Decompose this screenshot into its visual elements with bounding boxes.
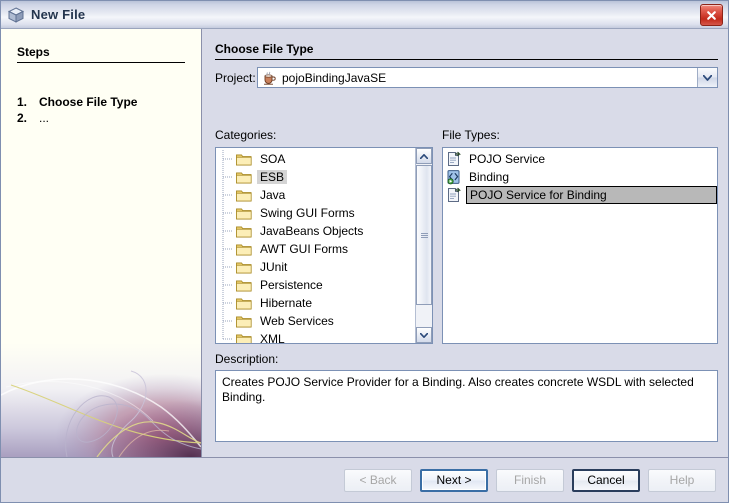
file-types-label: File Types: [442, 128, 500, 142]
page-title-divider [215, 59, 718, 60]
close-icon[interactable] [700, 4, 723, 26]
new-file-dialog: New File Steps 1. Choose File Type 2.... [0, 0, 729, 503]
project-combobox[interactable]: pojoBindingJavaSE [257, 67, 718, 88]
list-item-label: Binding [469, 169, 510, 184]
selection-highlight: POJO Service for Binding [466, 186, 717, 204]
folder-icon [236, 260, 252, 274]
tree-guide-icon [219, 222, 236, 240]
cube-icon [7, 6, 25, 24]
binding-xml-icon [446, 169, 462, 185]
steps-pane: Steps 1. Choose File Type 2.... [1, 29, 202, 457]
tree-item-label: ESB [257, 170, 288, 184]
folder-icon [236, 296, 252, 310]
next-button[interactable]: Next > [420, 468, 488, 492]
scrollbar-thumb[interactable] [416, 165, 432, 305]
tree-item-label: JavaBeans Objects [260, 224, 364, 238]
tree-item[interactable]: Persistence [216, 276, 432, 294]
tree-item[interactable]: XML [216, 330, 432, 344]
tree-item-label: SOA [260, 152, 286, 166]
chevron-down-icon[interactable] [416, 327, 432, 343]
cancel-button[interactable]: Cancel [572, 468, 640, 492]
tree-guide-icon [219, 258, 236, 276]
step-number: 1. [17, 95, 28, 109]
pojo-service-icon [446, 187, 462, 203]
tree-item[interactable]: Hibernate [216, 294, 432, 312]
project-label: Project: [215, 71, 256, 85]
description-text: Creates POJO Service Provider for a Bind… [222, 375, 694, 404]
tree-item[interactable]: Web Services [216, 312, 432, 330]
dialog-body: Steps 1. Choose File Type 2.... Choose F… [1, 29, 728, 457]
tree-item-label: Web Services [260, 314, 334, 328]
categories-label: Categories: [215, 128, 277, 142]
folder-icon [236, 206, 252, 220]
categories-tree[interactable]: SOA ESB Java Swing GUI Forms JavaBeans O… [215, 147, 433, 344]
tree-item-label: AWT GUI Forms [260, 242, 348, 256]
grip-icon [420, 232, 428, 239]
tree-item[interactable]: Java [216, 186, 432, 204]
pojo-service-icon [446, 151, 462, 167]
description-box: Creates POJO Service Provider for a Bind… [215, 370, 718, 442]
tree-guide-icon [219, 204, 236, 222]
decorative-swirl-graphic [1, 343, 201, 457]
folder-icon [236, 170, 252, 184]
list-item-label: POJO Service [469, 151, 546, 166]
tree-item-label: Java [260, 188, 286, 202]
description-label: Description: [215, 352, 279, 366]
folder-icon [236, 152, 252, 166]
tree-guide-icon [219, 330, 236, 343]
chevron-down-icon[interactable] [697, 68, 717, 87]
tree-guide-icon [219, 276, 236, 294]
tree-item-label: JUnit [260, 260, 288, 274]
tree-item-label: Swing GUI Forms [260, 206, 355, 220]
main-pane: Choose File Type Project: pojoBindingJav… [202, 29, 728, 457]
tree-item[interactable]: JUnit [216, 258, 432, 276]
tree-guide-icon [219, 312, 236, 330]
title-bar: New File [1, 1, 728, 29]
tree-item-selected[interactable]: ESB [216, 168, 432, 186]
tree-guide-icon [219, 240, 236, 258]
tree-item[interactable]: SOA [216, 150, 432, 168]
tree-guide-icon [219, 150, 236, 168]
project-value: pojoBindingJavaSE [282, 70, 387, 85]
help-button[interactable]: Help [648, 468, 716, 492]
tree-item-label: Hibernate [260, 296, 313, 310]
button-bar: < Back Next > Finish Cancel Help [1, 457, 728, 502]
folder-icon [236, 242, 252, 256]
steps-heading: Steps [17, 45, 50, 59]
window-title: New File [31, 7, 86, 22]
folder-icon [236, 314, 252, 328]
step-number: 2. [17, 111, 28, 125]
list-item[interactable]: Binding [443, 168, 717, 186]
tree-item[interactable]: JavaBeans Objects [216, 222, 432, 240]
folder-icon [236, 278, 252, 292]
tree-guide-icon [219, 186, 236, 204]
file-types-rows: POJO Service Binding POJO Service for Bi… [443, 148, 717, 204]
tree-item-label: Persistence [260, 278, 323, 292]
categories-tree-rows: SOA ESB Java Swing GUI Forms JavaBeans O… [216, 148, 432, 343]
step-label: ... [39, 111, 50, 125]
categories-scrollbar[interactable] [415, 148, 432, 343]
tree-item-label: XML [260, 332, 285, 344]
back-button[interactable]: < Back [344, 468, 412, 492]
list-item-label: POJO Service for Binding [470, 187, 607, 202]
file-types-list[interactable]: POJO Service Binding POJO Service for Bi… [442, 147, 718, 344]
folder-icon [236, 224, 252, 238]
tree-item[interactable]: AWT GUI Forms [216, 240, 432, 258]
chevron-up-icon[interactable] [416, 148, 432, 164]
folder-icon [236, 332, 252, 343]
step-item-1: 1. Choose File Type [17, 95, 137, 109]
tree-guide-icon [219, 168, 236, 186]
list-item[interactable]: POJO Service [443, 150, 717, 168]
step-item-2: 2.... [17, 111, 49, 125]
java-coffee-cup-icon [261, 70, 277, 86]
tree-guide-icon [219, 294, 236, 312]
page-title: Choose File Type [215, 42, 314, 56]
finish-button[interactable]: Finish [496, 468, 564, 492]
step-label: Choose File Type [39, 95, 138, 109]
steps-divider [17, 62, 185, 63]
tree-item[interactable]: Swing GUI Forms [216, 204, 432, 222]
folder-icon [236, 188, 252, 202]
list-item-selected[interactable]: POJO Service for Binding [443, 186, 717, 204]
